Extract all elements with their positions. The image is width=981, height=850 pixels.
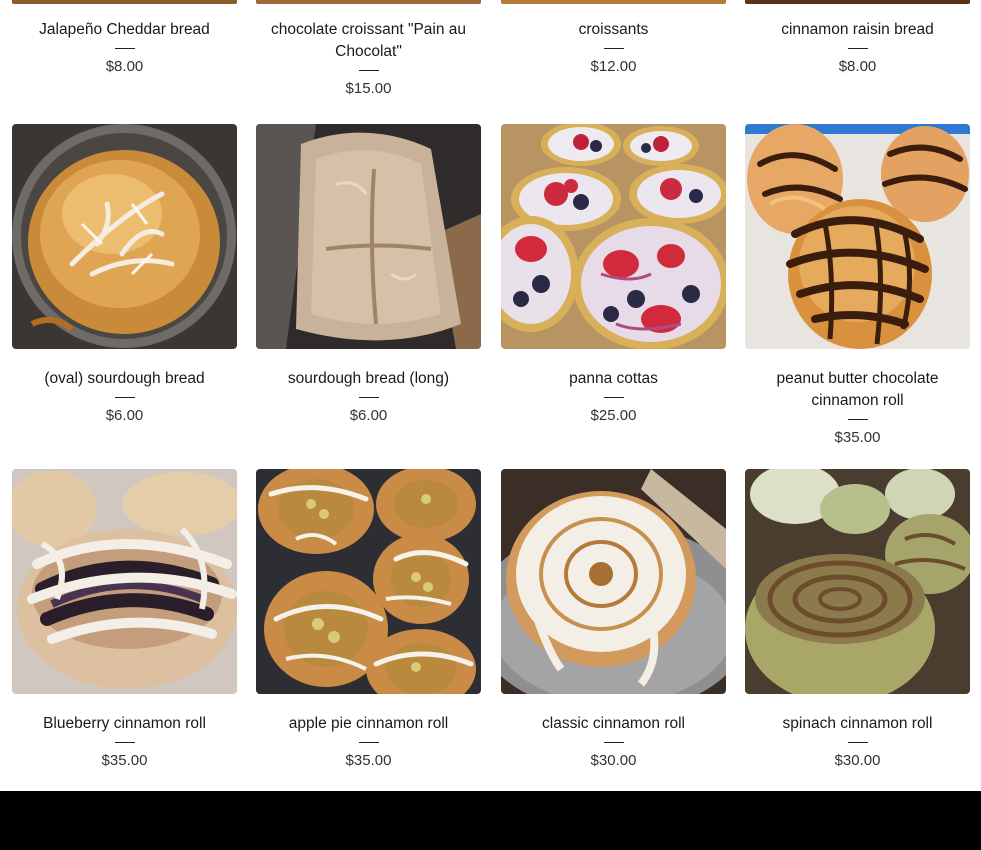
product-card-croissants[interactable]: croissants $12.00 [501,0,726,76]
product-name[interactable]: croissants [501,19,726,41]
spinach-roll-image [745,469,970,694]
divider [114,48,135,49]
product-image[interactable] [12,124,237,349]
product-name[interactable]: cinnamon raisin bread [745,19,970,41]
product-price: $15.00 [345,80,392,97]
product-price: $6.00 [105,407,144,424]
product-image-strip[interactable] [501,0,726,4]
product-card-oval-sourdough-bread[interactable]: (oval) sourdough bread $6.00 [12,124,237,425]
product-price: $8.00 [105,58,144,75]
product-price: $12.00 [590,58,637,75]
product-name[interactable]: apple pie cinnamon roll [256,713,481,735]
product-price: $35.00 [101,752,148,769]
product-name[interactable]: Blueberry cinnamon roll [12,713,237,735]
product-card-cinnamon-raisin-bread[interactable]: cinnamon raisin bread $8.00 [745,0,970,76]
divider [603,742,624,743]
product-name[interactable]: panna cottas [501,368,726,390]
product-card-chocolate-croissant[interactable]: chocolate croissant "Pain au Chocolat" $… [256,0,481,98]
product-image[interactable] [12,469,237,694]
divider [114,742,135,743]
product-image-strip[interactable] [745,0,970,4]
product-card-panna-cottas[interactable]: panna cottas $25.00 [501,124,726,425]
product-image[interactable] [745,124,970,349]
product-name[interactable]: peanut butter chocolate cinnamon roll [745,368,970,412]
product-image-strip[interactable] [12,0,237,4]
divider [358,70,379,71]
peanut-butter-roll-image [745,124,970,349]
product-price: $35.00 [345,752,392,769]
product-image[interactable] [256,469,481,694]
product-image[interactable] [256,124,481,349]
divider [847,742,868,743]
page-footer [0,791,981,850]
blueberry-roll-image [12,469,237,694]
divider [847,419,868,420]
product-image[interactable] [745,469,970,694]
apple-pie-roll-image [256,469,481,694]
product-image[interactable] [501,469,726,694]
divider [603,397,624,398]
product-name[interactable]: spinach cinnamon roll [745,713,970,735]
divider [603,48,624,49]
product-card-classic-cinnamon-roll[interactable]: classic cinnamon roll $30.00 [501,469,726,770]
product-name[interactable]: chocolate croissant "Pain au Chocolat" [256,19,481,63]
product-name[interactable]: (oval) sourdough bread [12,368,237,390]
oval-sourdough-image [12,124,237,349]
product-price: $30.00 [834,752,881,769]
product-card-spinach-cinnamon-roll[interactable]: spinach cinnamon roll $30.00 [745,469,970,770]
product-name[interactable]: Jalapeño Cheddar bread [12,19,237,41]
product-card-sourdough-bread-long[interactable]: sourdough bread (long) $6.00 [256,124,481,425]
product-image-strip[interactable] [256,0,481,4]
product-price: $6.00 [349,407,388,424]
sourdough-long-image [256,124,481,349]
product-name[interactable]: sourdough bread (long) [256,368,481,390]
product-card-blueberry-cinnamon-roll[interactable]: Blueberry cinnamon roll $35.00 [12,469,237,770]
product-price: $8.00 [838,58,877,75]
divider [358,742,379,743]
product-price: $35.00 [834,429,881,446]
product-card-jalapeno-cheddar-bread[interactable]: Jalapeño Cheddar bread $8.00 [12,0,237,76]
panna-cotta-image [501,124,726,349]
product-card-apple-pie-cinnamon-roll[interactable]: apple pie cinnamon roll $35.00 [256,469,481,770]
product-name[interactable]: classic cinnamon roll [501,713,726,735]
product-card-peanut-butter-chocolate-cinnamon-roll[interactable]: peanut butter chocolate cinnamon roll $3… [745,124,970,447]
divider [114,397,135,398]
product-price: $25.00 [590,407,637,424]
classic-roll-image [501,469,726,694]
product-price: $30.00 [590,752,637,769]
divider [358,397,379,398]
divider [847,48,868,49]
product-image[interactable] [501,124,726,349]
